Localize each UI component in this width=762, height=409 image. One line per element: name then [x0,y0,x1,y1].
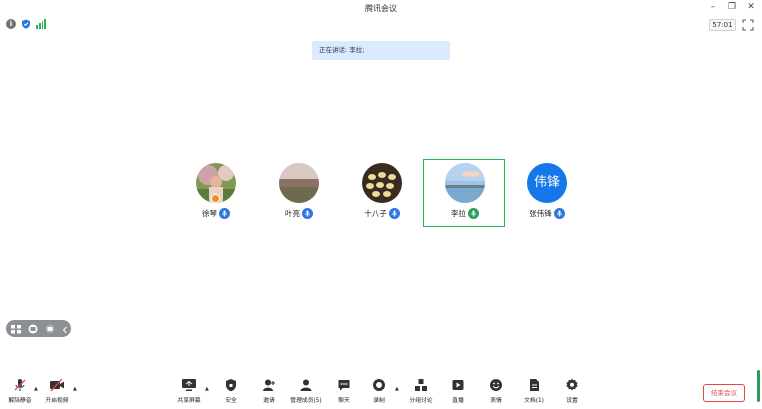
mic-off-icon [14,379,26,391]
meeting-timer: 57:01 [709,19,736,31]
participant-avatar [279,163,319,203]
participant-name: 李拉 [451,209,466,218]
share-screen-icon [182,379,196,391]
participant-tile[interactable]: 叶亮 [258,160,340,228]
start-video-label: 开启视频 [45,398,69,404]
participant-name: 徐琴 [202,209,217,218]
invite-label: 邀请 [263,398,275,404]
window-title: 腾讯会议 [365,4,397,13]
participant-tile[interactable]: 徐琴 [175,160,257,228]
record-icon [373,379,385,391]
record-label: 录制 [373,398,385,404]
restore-button[interactable]: ❐ [727,2,737,13]
live-stream-label: 直播 [452,398,464,404]
settings-icon [566,378,578,391]
status-bar: i 57:01 [0,17,762,33]
security-button[interactable]: 安全 [211,378,251,408]
meeting-window: 腾讯会议 – ❐ ✕ i 57:01 正在讲话: 李拉; 徐琴 叶亮 十八子 李… [0,0,762,409]
meeting-toolbar: 解除静音 ▲ 开启视频 ▲ 共享屏幕 ▲ 安全 邀请 管理成员(5) 聊天 录制… [0,374,762,409]
participant-name: 十八子 [364,209,387,218]
breakout-rooms-label: 分组讨论 [409,398,433,404]
mic-muted-icon [302,208,313,219]
participant-avatar-text: 伟锋 [527,163,567,203]
speaking-banner: 正在讲话: 李拉; [312,41,450,60]
settings-button[interactable]: 设置 [552,378,592,408]
floating-view-switcher[interactable] [6,320,71,337]
breakout-rooms-button[interactable]: 分组讨论 [401,378,441,408]
participant-tile[interactable]: 十八子 [341,160,423,228]
manage-members-label: 管理成员(5) [290,398,322,404]
gallery-view-icon[interactable] [28,319,38,338]
side-panel-handle[interactable] [757,370,760,402]
participant-avatar [445,163,485,203]
documents-label: 文档(1) [524,398,544,404]
security-label: 安全 [225,398,237,404]
settings-label: 设置 [566,398,578,404]
signal-icon[interactable] [36,19,46,29]
window-controls: – ❐ ✕ [708,2,756,13]
video-options-caret-icon[interactable]: ▲ [73,386,79,392]
fullscreen-icon[interactable] [742,19,754,31]
chat-label: 聊天 [338,398,350,404]
invite-button[interactable]: 邀请 [249,378,289,408]
participant-name: 叶亮 [285,209,300,218]
share-screen-button[interactable]: 共享屏幕 [169,378,209,408]
breakout-icon [415,379,427,391]
documents-button[interactable]: 文档(1) [514,378,554,408]
participant-tile-active-speaker[interactable]: 李拉 [423,159,505,227]
participant-tile[interactable]: 伟锋 张伟锋 [506,160,588,228]
share-screen-label: 共享屏幕 [177,398,201,404]
chevron-left-icon[interactable] [62,319,68,338]
invite-icon [263,379,275,391]
reactions-label: 表情 [490,398,502,404]
live-stream-button[interactable]: 直播 [438,378,478,408]
mic-muted-icon [553,208,565,219]
document-icon [530,379,539,391]
participant-avatar [362,163,402,203]
chat-icon [338,380,350,391]
mic-muted-icon [219,208,230,219]
shield-icon [226,379,236,392]
record-button[interactable]: 录制 [359,378,399,408]
security-shield-icon[interactable] [21,19,31,29]
reactions-button[interactable]: 表情 [476,378,516,408]
grid-view-icon[interactable] [11,319,21,338]
start-video-button[interactable]: 开启视频 [37,378,77,408]
participant-name: 张伟锋 [529,209,552,218]
unmute-button[interactable]: 解除静音 [0,378,40,408]
close-button[interactable]: ✕ [746,2,756,13]
chat-button[interactable]: 聊天 [324,378,364,408]
title-bar: 腾讯会议 – ❐ ✕ [0,0,762,17]
unmute-label: 解除静音 [8,398,32,404]
host-badge-icon [211,194,220,203]
mic-muted-icon [388,208,400,219]
end-meeting-button[interactable]: 结束会议 [703,384,745,402]
members-icon [300,379,312,391]
camera-off-icon [50,378,64,392]
speaker-view-icon[interactable] [45,319,55,338]
mic-speaking-icon [468,208,479,219]
info-icon[interactable]: i [6,19,16,29]
manage-members-button[interactable]: 管理成员(5) [286,378,326,408]
minimize-button[interactable]: – [708,2,718,13]
emoji-icon [490,379,502,391]
live-icon [452,380,464,390]
